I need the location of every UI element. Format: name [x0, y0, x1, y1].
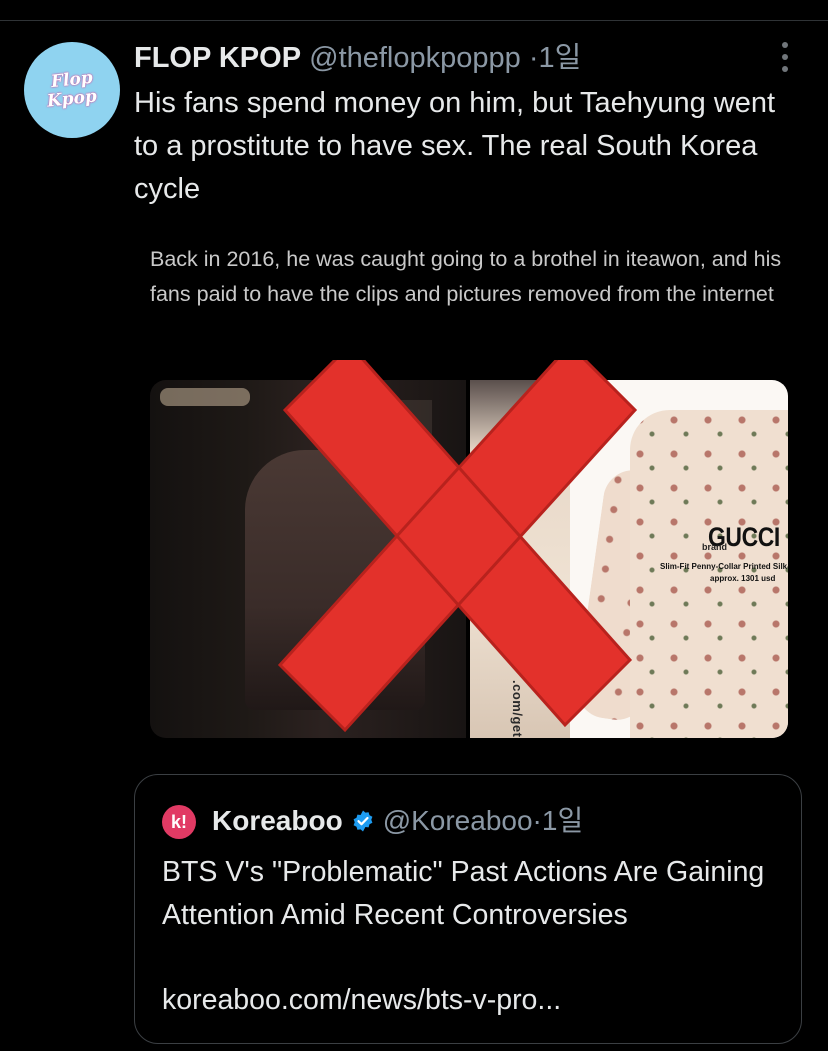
- top-divider: [0, 20, 828, 21]
- post-time[interactable]: 1일: [539, 42, 582, 74]
- quote-author-handle[interactable]: @Koreaboo: [383, 803, 533, 839]
- photo-left: [150, 380, 466, 738]
- quote-author-name[interactable]: Koreaboo: [212, 803, 343, 839]
- meta-separator: ·: [528, 42, 539, 74]
- person-figure: [245, 450, 425, 710]
- author-handle[interactable]: @theflopkpoppp: [309, 42, 521, 74]
- koreaboo-logo-icon[interactable]: k!: [162, 805, 196, 839]
- quote-avatar-letter: k!: [170, 811, 187, 832]
- avatar[interactable]: Flop Kpop: [24, 42, 120, 138]
- ceiling-light: [160, 388, 250, 406]
- post-text: His fans spend money on him, but Taehyun…: [134, 87, 776, 205]
- quote-meta-separator: ·: [532, 805, 542, 836]
- product-price: approx. 1301 usd: [710, 574, 776, 583]
- image-caption: Back in 2016, he was caught going to a b…: [150, 247, 782, 306]
- watermark: .com/getonswag: [510, 680, 525, 738]
- photo-right: .com/getonswag GUCCI brand Slim-Fit Penn…: [470, 380, 788, 738]
- brand-label: brand: [702, 542, 728, 552]
- verified-badge-icon: [353, 810, 373, 832]
- quoted-post-link[interactable]: koreaboo.com/news/bts-v-pro...: [162, 980, 561, 1020]
- post-header: FLOP KPOP @theflopkpoppp ·1일: [134, 40, 581, 76]
- author-name[interactable]: FLOP KPOP: [134, 42, 301, 74]
- more-vertical-icon[interactable]: [775, 40, 795, 74]
- quote-time[interactable]: 1일: [542, 803, 583, 839]
- quoted-post-text: BTS V's "Problematic" Past Actions Are G…: [162, 856, 765, 931]
- product-name: Slim-Fit Penny-Collar Printed Silk-C: [660, 562, 788, 571]
- quoted-post-header: Koreaboo @Koreaboo · 1일: [212, 803, 583, 839]
- avatar-text-kpop: Kpop: [46, 86, 98, 112]
